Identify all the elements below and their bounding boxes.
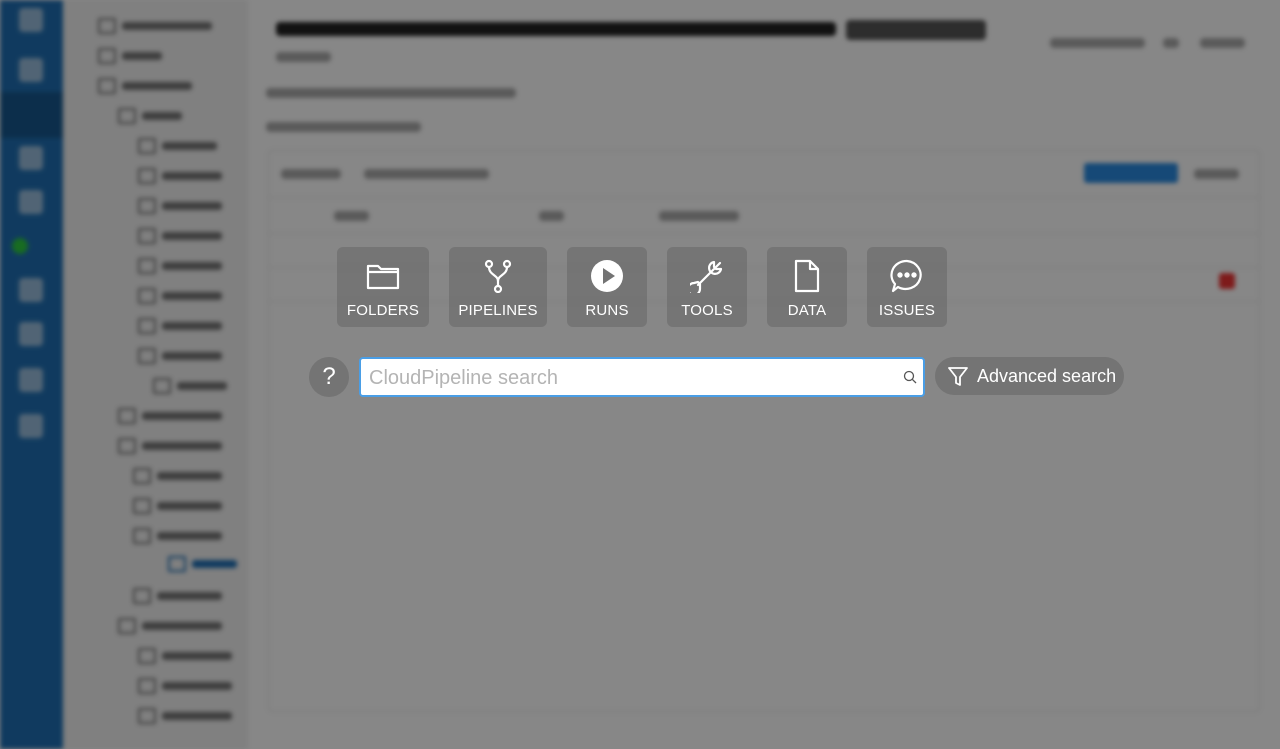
category-label: PIPELINES bbox=[458, 302, 538, 319]
category-label: TOOLS bbox=[681, 302, 733, 319]
help-button[interactable]: ? bbox=[309, 357, 349, 397]
chat-bubble-icon bbox=[890, 259, 922, 293]
category-pipelines-button[interactable]: PIPELINES bbox=[449, 247, 547, 327]
category-label: RUNS bbox=[585, 302, 629, 319]
category-issues-button[interactable]: ISSUES bbox=[867, 247, 947, 327]
category-data-button[interactable]: DATA bbox=[767, 247, 847, 327]
category-label: DATA bbox=[787, 302, 827, 319]
search-icon[interactable] bbox=[903, 370, 917, 384]
question-mark-icon: ? bbox=[322, 363, 336, 390]
category-runs-button[interactable]: RUNS bbox=[567, 247, 647, 327]
pipeline-branch-icon bbox=[484, 259, 512, 293]
wrench-tool-icon bbox=[690, 260, 723, 293]
folder-icon bbox=[366, 264, 400, 290]
category-tools-button[interactable]: TOOLS bbox=[667, 247, 747, 327]
category-folders-button[interactable]: FOLDERS bbox=[337, 247, 429, 327]
advanced-search-label: Advanced search bbox=[977, 365, 1117, 386]
category-label: FOLDERS bbox=[346, 302, 420, 319]
search-box[interactable] bbox=[359, 357, 925, 397]
category-label: ISSUES bbox=[878, 302, 936, 319]
play-circle-icon bbox=[591, 260, 623, 292]
search-input[interactable] bbox=[367, 359, 891, 397]
filter-funnel-icon bbox=[948, 367, 968, 386]
advanced-search-button[interactable]: Advanced search bbox=[935, 357, 1124, 395]
file-icon bbox=[794, 259, 820, 293]
